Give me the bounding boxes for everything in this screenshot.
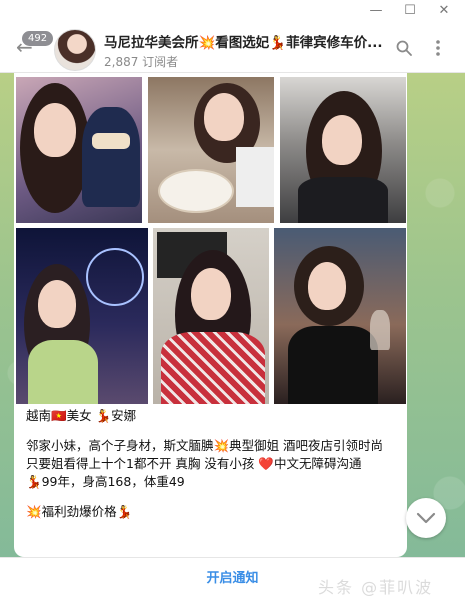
message-paragraph: 邻家小妹，高个子身材，斯文腼腆💥典型御姐 酒吧夜店引领时尚 只要姐看得上十个1都… [26,438,384,471]
photo-6[interactable] [274,228,406,404]
search-icon[interactable] [396,40,412,56]
unread-badge: 492 [22,31,54,46]
scroll-to-bottom-button[interactable] [406,498,446,538]
watermark: 头条 @菲叭波 [318,578,434,597]
maximize-icon[interactable]: ☐ [402,3,418,19]
close-icon[interactable]: ✕ [436,3,452,19]
photo-3[interactable] [280,77,406,223]
photo-5[interactable] [153,228,269,404]
channel-avatar[interactable] [54,29,96,71]
message-bubble: 越南🇻🇳美女 💃安娜 邻家小妹，高个子身材，斯文腼腆💥典型御姐 酒吧夜店引领时尚… [14,73,407,557]
channel-title[interactable]: 马尼拉华美会所💥看图选妃💃菲律宾修车价... [104,31,384,51]
subscriber-count: 2,887 订阅者 [104,55,179,69]
window-titlebar: — ☐ ✕ [0,0,465,22]
minimize-icon[interactable]: — [368,3,384,19]
chat-header: ← 492 马尼拉华美会所💥看图选妃💃菲律宾修车价... 2,887 订阅者 [0,22,465,73]
photo-1[interactable] [16,77,142,223]
message-text: 越南🇻🇳美女 💃安娜 邻家小妹，高个子身材，斯文腼腆💥典型御姐 酒吧夜店引领时尚… [26,407,398,521]
message-details: 💃99年，身高168，体重49 [26,474,185,489]
photo-4[interactable] [16,228,148,404]
message-line-name: 越南🇻🇳美女 💃安娜 [26,408,137,423]
message-promo: 💥福利劲爆价格💃 [26,504,133,519]
photo-2[interactable] [148,77,274,223]
more-vertical-icon[interactable] [434,39,442,57]
ferris-wheel [86,248,144,306]
chevron-down-icon [416,512,436,524]
